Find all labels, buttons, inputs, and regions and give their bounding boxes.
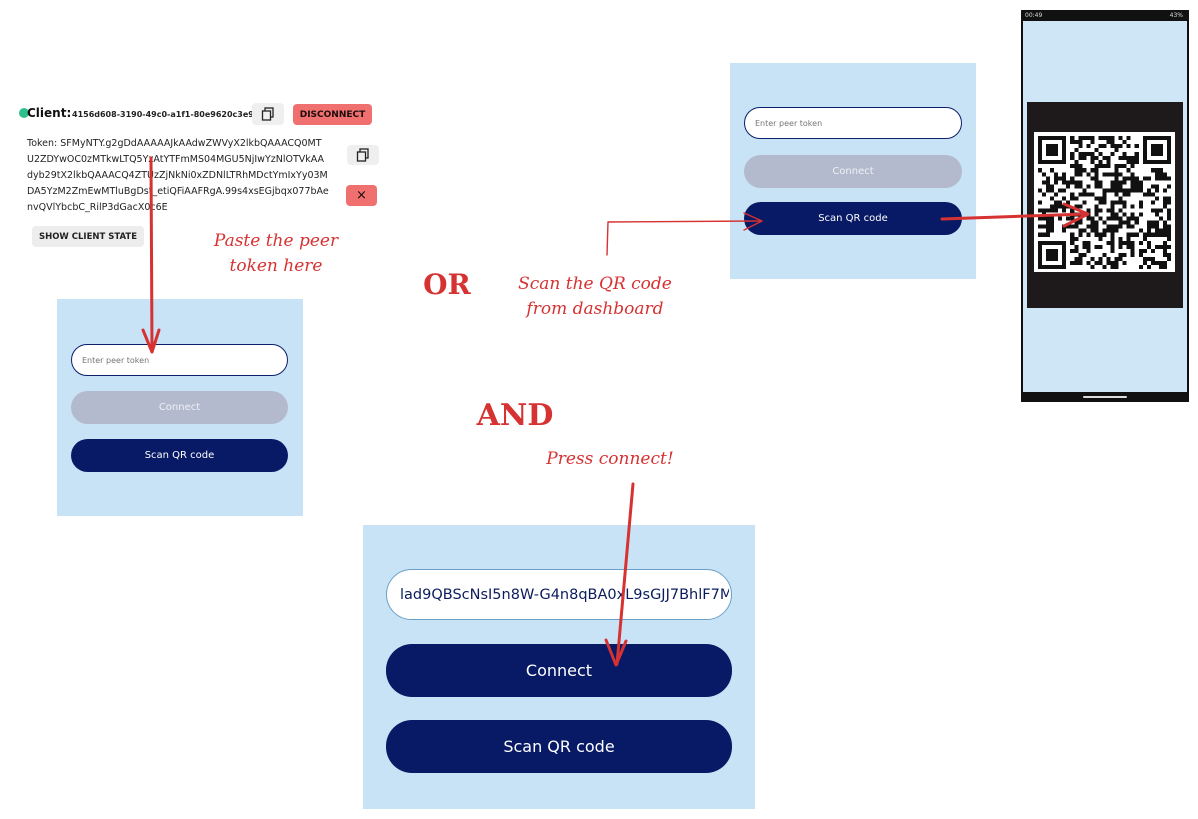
copy-icon — [356, 148, 369, 162]
peer-token-input[interactable] — [71, 344, 288, 376]
scan-qr-button[interactable]: Scan QR code — [744, 202, 962, 235]
client-label: Client: — [27, 106, 72, 120]
annotation-paste: Paste the peer token here — [213, 231, 339, 276]
peer-token-input[interactable] — [386, 569, 732, 620]
connect-button[interactable]: Connect — [744, 155, 962, 188]
peer-connect-panel-top: Connect Scan QR code — [730, 63, 976, 279]
connect-button[interactable]: Connect — [71, 391, 288, 424]
token-line: Token: SFMyNTY.g2gDdAAAAAJkAAdwZWVyX2lkb… — [27, 138, 322, 149]
qr-code-icon — [1038, 136, 1171, 269]
status-battery: 43% — [1169, 12, 1183, 19]
peer-token-input[interactable] — [744, 107, 962, 139]
phone-screen — [1023, 21, 1187, 392]
annotation-and: AND — [476, 398, 554, 433]
annotation-or: OR — [423, 268, 471, 301]
peer-connect-panel-left: Connect Scan QR code — [57, 299, 303, 516]
annotation-scan: Scan the QR code from dashboard — [518, 274, 672, 319]
peer-connect-panel-bottom: Connect Scan QR code — [363, 525, 755, 809]
remove-token-button[interactable]: × — [346, 185, 377, 206]
token-line: U2ZDYwOC0zMTkwLTQ5YzAtYTFmMS04MGU5NjIwYz… — [27, 154, 325, 165]
connect-button[interactable]: Connect — [386, 644, 732, 697]
client-id: 4156d608-3190-49c0-a1f1-80e9620c3e95 — [72, 110, 260, 119]
scan-qr-button[interactable]: Scan QR code — [71, 439, 288, 472]
phone-frame: 00:49 43% — [1021, 10, 1189, 402]
token-text: Token: SFMyNTY.g2gDdAAAAAJkAAdwZWVyX2lkb… — [27, 136, 347, 216]
status-time: 00:49 — [1025, 12, 1043, 19]
show-client-state-button[interactable]: SHOW CLIENT STATE — [32, 226, 144, 247]
copy-icon — [261, 107, 274, 121]
copy-client-id-button[interactable] — [252, 103, 284, 125]
annotation-press: Press connect! — [546, 449, 674, 469]
token-line: nvQVlYbcbC_RilP3dGacX0c6E — [27, 202, 168, 213]
token-line: dyb29tX2lkbQAAACQ4ZTUzZjNkNi0xZDNlLTRhMD… — [27, 170, 328, 181]
home-indicator — [1083, 396, 1127, 398]
camera-viewfinder — [1027, 102, 1183, 308]
scan-qr-button[interactable]: Scan QR code — [386, 720, 732, 773]
copy-token-button[interactable] — [347, 145, 379, 165]
qr-code — [1034, 132, 1175, 272]
disconnect-button[interactable]: DISCONNECT — [293, 104, 372, 125]
token-line: DA5YzM2ZmEwMTluBgDst_etiQFiAAFRgA.99s4xs… — [27, 186, 329, 197]
